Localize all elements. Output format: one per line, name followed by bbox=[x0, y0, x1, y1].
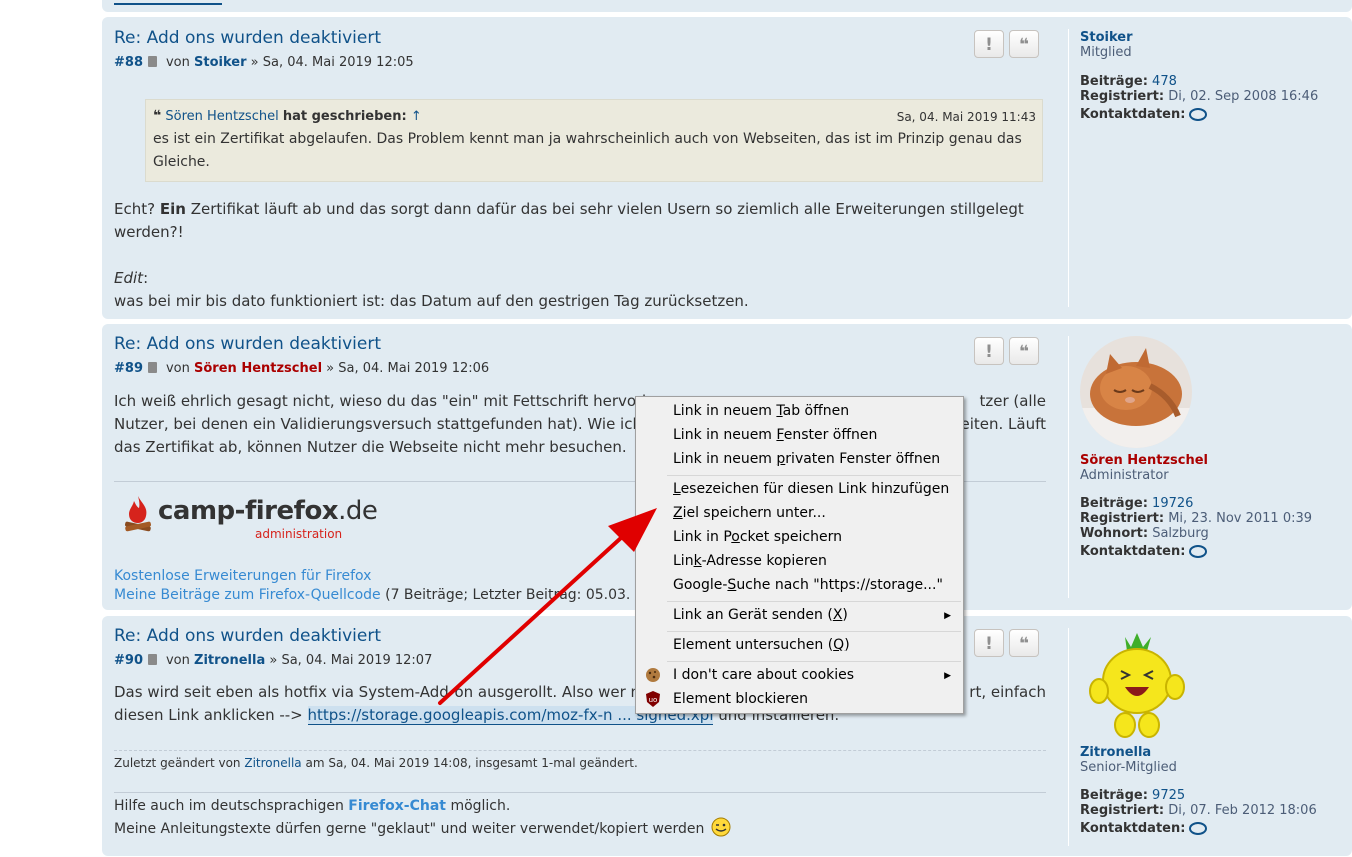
annotation-arrow-line bbox=[438, 535, 624, 705]
annotation-arrow bbox=[438, 508, 657, 705]
